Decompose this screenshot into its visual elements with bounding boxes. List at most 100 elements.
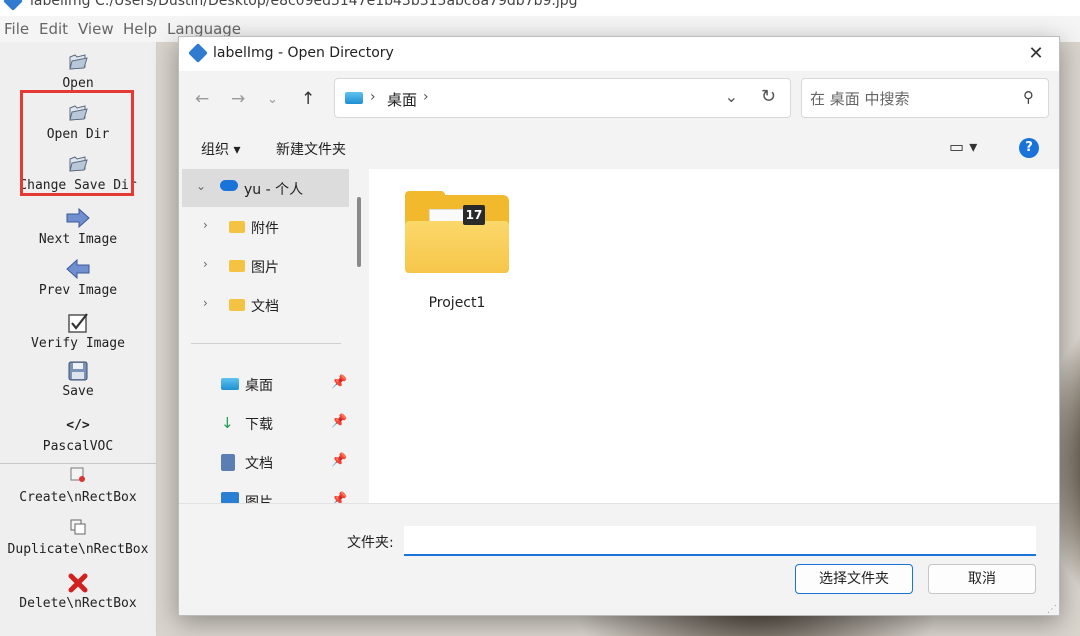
address-bar[interactable]: › 桌面 › ⌄ ↻ — [334, 78, 791, 118]
folder-icon — [229, 221, 245, 233]
view-options-icon[interactable]: ▭ ▾ — [949, 137, 977, 156]
pin-icon[interactable]: 📌 — [331, 492, 347, 503]
quick-access-label: 桌面 — [245, 378, 273, 394]
delete-icon — [0, 572, 156, 594]
quick-access-downloads[interactable]: ↓ 下载 📌 — [179, 404, 355, 442]
recent-locations-chevron-icon[interactable]: ⌄ — [267, 92, 278, 107]
organize-button[interactable]: 组织 ▾ — [201, 139, 240, 159]
dialog-title: labelImg - Open Directory — [213, 45, 394, 61]
download-icon: ↓ — [221, 414, 234, 432]
quick-access-label: 图片 — [245, 495, 273, 503]
menu-file[interactable]: File — [4, 20, 29, 38]
quick-access-desktop[interactable]: 桌面 📌 — [179, 365, 355, 403]
quick-access-label: 下载 — [245, 417, 273, 433]
open-button[interactable]: Open — [0, 52, 156, 91]
chevron-right-icon[interactable]: › — [203, 218, 208, 232]
labelimg-dialog-icon — [188, 43, 208, 63]
project-folder-icon[interactable]: 17 — [405, 191, 509, 275]
open-label: Open — [62, 76, 94, 91]
verify-image-button[interactable]: Verify Image — [0, 312, 156, 351]
nav-item-pictures[interactable]: › 图片 — [179, 247, 355, 285]
select-folder-button[interactable]: 选择文件夹 — [795, 564, 913, 594]
chevron-right-icon[interactable]: › — [203, 296, 208, 310]
back-arrow-icon[interactable]: ← — [195, 89, 209, 109]
create-rectbox-button[interactable]: Create\nRectBox — [0, 466, 156, 505]
address-dropdown-chevron-icon[interactable]: ⌄ — [725, 87, 738, 106]
next-image-button[interactable]: Next Image — [0, 207, 156, 247]
document-icon — [221, 454, 235, 471]
format-pascalvoc-button[interactable]: </> PascalVOC — [0, 415, 156, 454]
folder-name[interactable]: Project1 — [405, 295, 509, 311]
picture-icon — [221, 492, 239, 503]
dialog-footer: 文件夹: 选择文件夹 取消 ⋰ — [179, 503, 1059, 615]
pin-icon[interactable]: 📌 — [331, 414, 347, 429]
duplicate-rectbox-button[interactable]: Duplicate\nRectBox — [0, 518, 156, 557]
nav-item-attachments[interactable]: › 附件 — [179, 208, 355, 246]
breadcrumb-chevron-icon[interactable]: › — [370, 89, 376, 105]
resize-grip-icon[interactable]: ⋰ — [1047, 604, 1057, 615]
pin-icon[interactable]: 📌 — [331, 453, 347, 468]
prev-image-label: Prev Image — [38, 283, 118, 298]
desktop-icon — [221, 378, 239, 390]
folder-content-view[interactable]: 17 Project1 — [371, 169, 1059, 503]
folder-item-count-badge: 17 — [463, 205, 485, 225]
left-toolbar: Open Open Dir Change Save Dir Next Image… — [0, 42, 157, 636]
open-directory-dialog: labelImg - Open Directory ✕ ← → ⌄ ↑ › 桌面… — [178, 36, 1060, 616]
highlight-annotation-box — [20, 90, 134, 196]
cloud-icon — [220, 180, 238, 191]
navigation-pane: ⌄ yu - 个人 › 附件 › 图片 › 文档 桌面 📌 ↓ 下载 � — [179, 169, 369, 503]
nav-divider — [191, 343, 341, 344]
quick-access-documents[interactable]: 文档 📌 — [179, 443, 355, 481]
chevron-right-icon[interactable]: › — [203, 257, 208, 271]
nav-item-documents[interactable]: › 文档 — [179, 286, 355, 324]
help-icon[interactable]: ? — [1019, 138, 1039, 158]
delete-rectbox-button[interactable]: Delete\nRectBox — [0, 572, 156, 611]
pascalvoc-label: PascalVOC — [42, 439, 114, 454]
search-input[interactable] — [808, 85, 1012, 113]
close-icon[interactable]: ✕ — [1023, 41, 1049, 67]
create-rectbox-label: Create\nRectBox — [19, 490, 137, 505]
nav-pane-scrollbar[interactable] — [357, 197, 361, 267]
nav-item-label: 文档 — [251, 299, 279, 315]
up-arrow-icon[interactable]: ↑ — [301, 89, 315, 109]
folder-front — [405, 221, 509, 273]
chevron-down-icon[interactable]: ⌄ — [196, 179, 206, 193]
nav-item-label: 图片 — [251, 260, 279, 276]
dialog-titlebar: labelImg - Open Directory ✕ — [179, 37, 1059, 71]
search-box[interactable]: ⚲ — [801, 78, 1049, 118]
navigation-bar: ← → ⌄ ↑ › 桌面 › ⌄ ↻ ⚲ — [179, 71, 1059, 127]
menu-edit[interactable]: Edit — [39, 20, 68, 38]
arrow-left-icon — [0, 258, 156, 281]
quick-access-label: 文档 — [245, 456, 273, 472]
breadcrumb-desktop[interactable]: 桌面 — [387, 89, 417, 110]
folder-icon — [229, 260, 245, 272]
cancel-button[interactable]: 取消 — [928, 564, 1036, 594]
nav-item-onedrive[interactable]: ⌄ yu - 个人 — [182, 169, 349, 207]
desktop-icon — [345, 92, 363, 104]
next-image-label: Next Image — [38, 232, 118, 247]
save-label: Save — [62, 384, 94, 399]
folder-icon — [229, 299, 245, 311]
delete-rectbox-label: Delete\nRectBox — [19, 596, 137, 611]
search-icon[interactable]: ⚲ — [1023, 88, 1034, 106]
quick-access-pictures[interactable]: 图片 📌 — [179, 482, 355, 503]
duplicate-icon — [0, 518, 156, 540]
folder-icon — [0, 52, 156, 74]
refresh-icon[interactable]: ↻ — [761, 86, 776, 107]
folder-field[interactable] — [404, 526, 1036, 556]
forward-arrow-icon[interactable]: → — [231, 89, 245, 109]
code-icon: </> — [66, 418, 90, 433]
rectbox-icon — [0, 466, 156, 488]
new-folder-button[interactable]: 新建文件夹 — [276, 139, 346, 159]
toolbar-separator — [0, 463, 156, 464]
save-button[interactable]: Save — [0, 360, 156, 399]
breadcrumb-chevron-icon[interactable]: › — [423, 89, 429, 105]
pin-icon[interactable]: 📌 — [331, 375, 347, 390]
menu-view[interactable]: View — [78, 20, 114, 38]
prev-image-button[interactable]: Prev Image — [0, 258, 156, 298]
app-title: labelImg C:/Users/Dustin/Desktop/e8c09ed… — [30, 0, 578, 9]
arrow-right-icon — [0, 207, 156, 230]
nav-item-label: 附件 — [251, 221, 279, 237]
duplicate-rectbox-label: Duplicate\nRectBox — [7, 542, 149, 557]
menu-help[interactable]: Help — [123, 20, 157, 38]
